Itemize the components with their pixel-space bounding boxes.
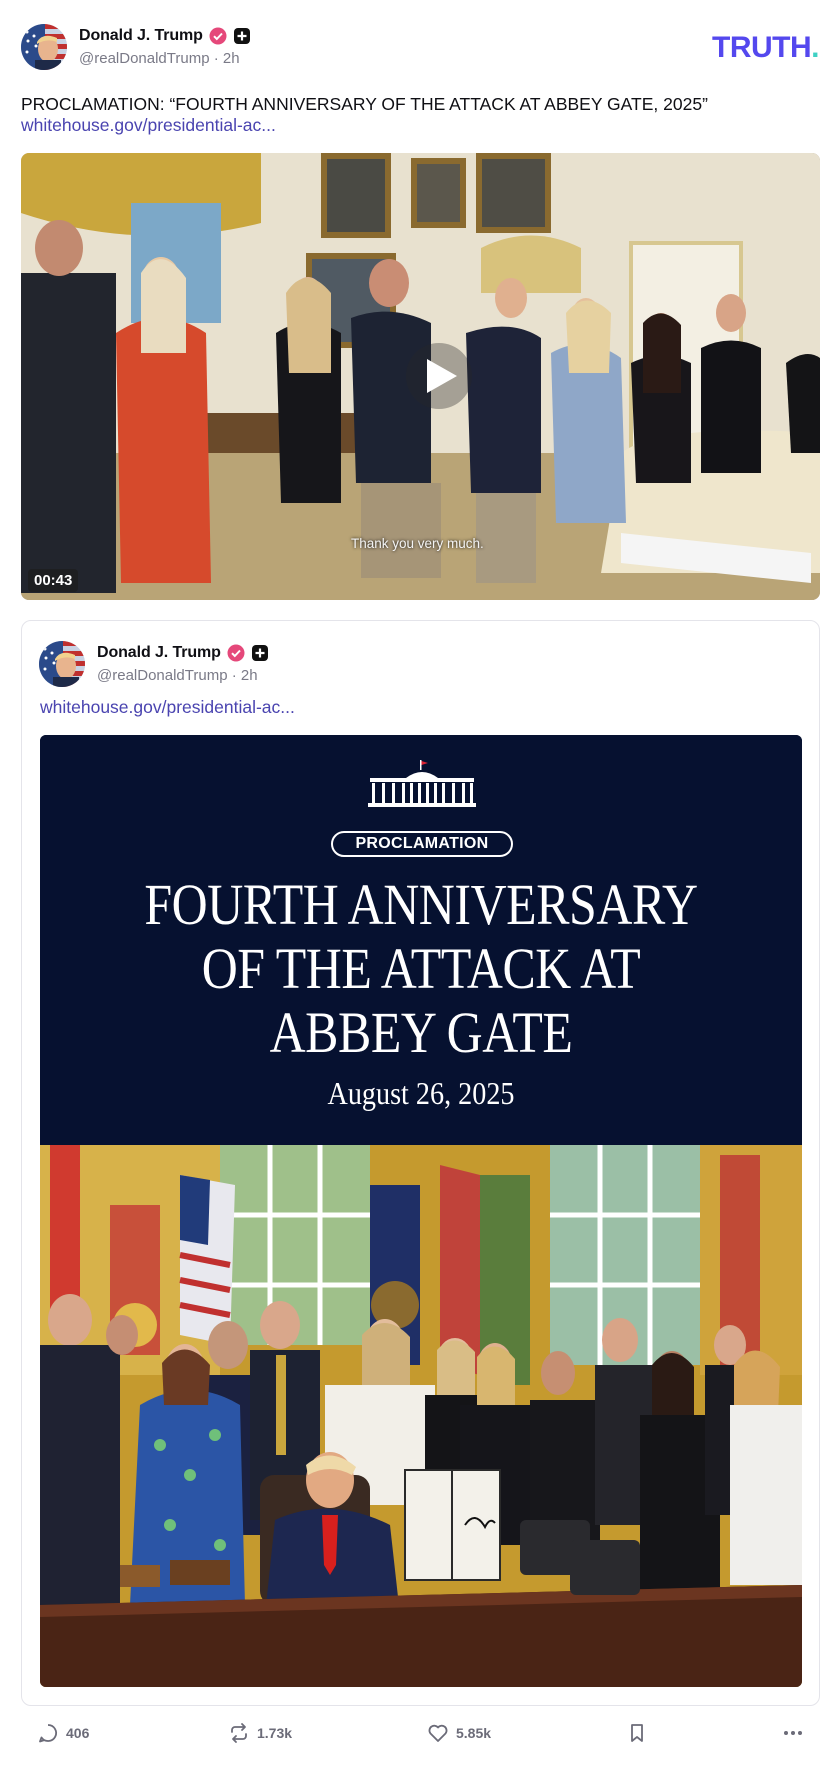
verified-icon xyxy=(209,27,227,45)
proclamation-date: August 26, 2025 xyxy=(327,1075,515,1111)
white-house-icon xyxy=(368,760,476,807)
more-button[interactable] xyxy=(782,1722,804,1744)
play-button[interactable] xyxy=(406,343,472,409)
avatar[interactable] xyxy=(21,24,67,70)
post-time[interactable]: 2h xyxy=(223,50,240,67)
author-info: Donald J. Trump @realDonaldTrump · 2h xyxy=(79,27,251,67)
video-player[interactable]: Thank you very much. 00:43 xyxy=(21,153,820,600)
verified-icon xyxy=(227,644,245,662)
separator: · xyxy=(231,667,237,684)
truth-logo[interactable]: TRUTH. xyxy=(712,31,819,65)
proclamation-pill: PROCLAMATION xyxy=(331,831,513,857)
quoted-post[interactable]: Donald J. Trump @realDonaldTrump · 2h wh… xyxy=(21,620,820,1706)
proclamation-image[interactable]: PROCLAMATION FOURTH ANNIVERSARY OF THE A… xyxy=(40,735,802,1687)
plus-badge-icon xyxy=(233,27,251,45)
repost-button[interactable]: 1.73k xyxy=(228,1722,292,1744)
play-icon xyxy=(427,359,457,393)
reply-button[interactable]: 406 xyxy=(37,1722,89,1744)
post-text: PROCLAMATION: “FOURTH ANNIVERSARY OF THE… xyxy=(21,94,708,114)
proclamation-title: FOURTH ANNIVERSARY OF THE ATTACK AT ABBE… xyxy=(93,873,748,1065)
oval-office-photo xyxy=(40,1145,802,1687)
title-line: ABBEY GATE xyxy=(269,1000,573,1065)
proclamation-banner: PROCLAMATION FOURTH ANNIVERSARY OF THE A… xyxy=(40,735,802,1145)
author-handle[interactable]: @realDonaldTrump xyxy=(79,50,210,67)
bookmark-button[interactable] xyxy=(626,1722,648,1744)
post-header: Donald J. Trump @realDonaldTrump · 2h TR… xyxy=(21,23,819,71)
plus-badge-icon xyxy=(251,644,269,662)
separator: · xyxy=(213,50,219,67)
quote-author-name[interactable]: Donald J. Trump xyxy=(97,644,221,662)
title-line: FOURTH ANNIVERSARY xyxy=(144,872,698,937)
more-icon xyxy=(784,1731,802,1735)
bookmark-icon xyxy=(631,1724,643,1742)
action-bar: 406 1.73k 5.85k xyxy=(0,1722,840,1752)
video-caption: Thank you very much. xyxy=(351,536,484,551)
quote-time[interactable]: 2h xyxy=(241,667,258,684)
quote-author-handle[interactable]: @realDonaldTrump xyxy=(97,667,228,684)
quote-avatar[interactable] xyxy=(39,641,85,687)
like-button[interactable]: 5.85k xyxy=(427,1722,491,1744)
author-name[interactable]: Donald J. Trump xyxy=(79,27,203,45)
quote-link[interactable]: whitehouse.gov/presidential-ac... xyxy=(40,697,295,718)
reply-count: 406 xyxy=(66,1725,90,1741)
like-count: 5.85k xyxy=(456,1725,492,1741)
quote-header: Donald J. Trump @realDonaldTrump · 2h xyxy=(39,640,269,688)
logo-dot: . xyxy=(811,31,819,64)
repost-count: 1.73k xyxy=(257,1725,293,1741)
title-line: OF THE ATTACK AT xyxy=(201,936,641,1001)
repost-icon xyxy=(231,1723,247,1743)
heart-icon xyxy=(428,1724,448,1742)
post-link[interactable]: whitehouse.gov/presidential-ac... xyxy=(21,115,276,136)
comment-icon xyxy=(39,1724,57,1743)
logo-text: TRUTH xyxy=(712,31,812,64)
video-duration: 00:43 xyxy=(28,569,79,592)
